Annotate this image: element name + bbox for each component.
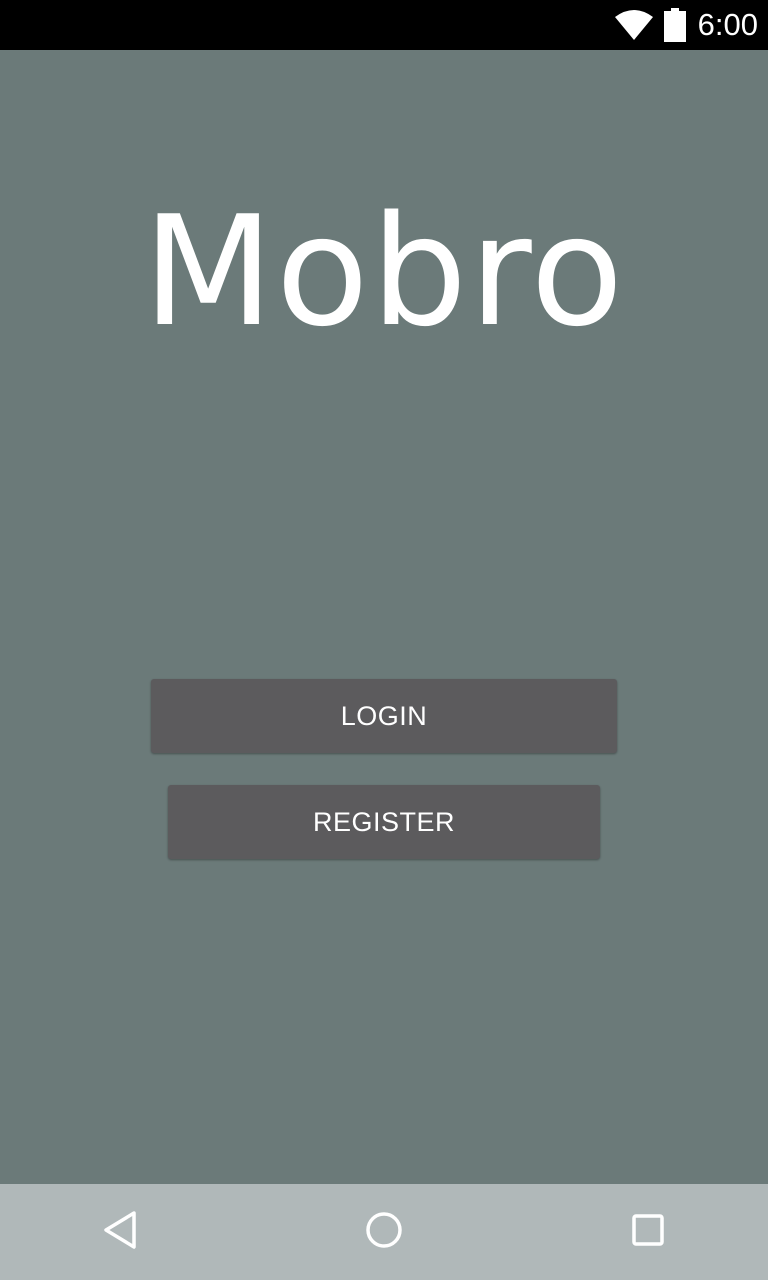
- back-button[interactable]: [72, 1184, 168, 1280]
- login-button[interactable]: LOGIN: [151, 679, 617, 753]
- back-triangle-icon: [102, 1210, 138, 1255]
- app-title: Mobro: [142, 183, 626, 360]
- battery-icon: [663, 8, 686, 42]
- wifi-icon: [614, 9, 654, 41]
- navigation-bar: [0, 1184, 768, 1280]
- home-circle-icon: [364, 1210, 404, 1255]
- status-bar: 6:00: [0, 0, 768, 50]
- status-time: 6:00: [697, 7, 758, 42]
- recents-button[interactable]: [600, 1184, 696, 1280]
- login-screen: 6:00 Mobro LOGIN REGISTER: [0, 0, 768, 1280]
- home-button[interactable]: [336, 1184, 432, 1280]
- recents-square-icon: [630, 1212, 666, 1253]
- register-button[interactable]: REGISTER: [168, 785, 600, 859]
- status-icons: 6:00: [614, 0, 758, 50]
